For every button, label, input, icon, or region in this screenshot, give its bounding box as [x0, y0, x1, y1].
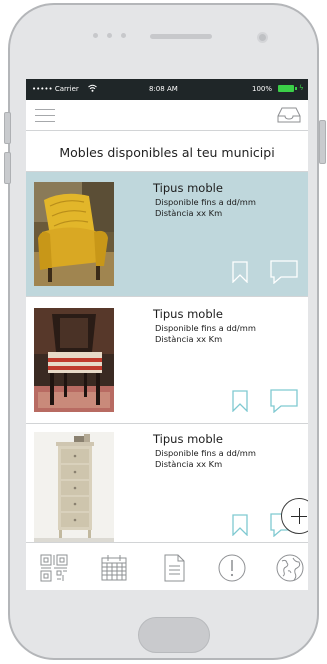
- listing-distance: Distància xx Km: [155, 208, 223, 218]
- home-button[interactable]: [138, 617, 210, 653]
- calendar-icon[interactable]: [99, 553, 129, 583]
- listing-availability: Disponible fins a dd/mm: [155, 448, 256, 458]
- page-title: Mobles disponibles al teu municipi: [59, 145, 275, 160]
- hamburger-menu-icon[interactable]: [35, 108, 55, 122]
- qr-code-icon[interactable]: [39, 553, 69, 583]
- carrier-label: ••••• Carrier: [32, 85, 79, 93]
- listing-type: Tipus moble: [153, 432, 223, 446]
- listing-meta: Disponible fins a dd/mm Distància xx Km: [155, 323, 256, 345]
- power-button: [319, 120, 326, 164]
- listing-distance: Distància xx Km: [155, 334, 223, 344]
- listing-card[interactable]: Tipus moble Disponible fins a dd/mm Dist…: [26, 424, 308, 544]
- comment-icon[interactable]: [269, 389, 299, 413]
- comment-icon[interactable]: [269, 260, 299, 284]
- globe-icon[interactable]: [275, 553, 305, 583]
- battery-icon: [278, 85, 297, 92]
- listing-image-chest-of-drawers: [34, 432, 114, 544]
- listing-distance: Distància xx Km: [155, 459, 223, 469]
- listing-meta: Disponible fins a dd/mm Distància xx Km: [155, 197, 256, 219]
- alert-icon[interactable]: [217, 553, 247, 583]
- earpiece-speaker: [150, 34, 212, 39]
- document-icon[interactable]: [159, 553, 189, 583]
- listing-availability: Disponible fins a dd/mm: [155, 197, 256, 207]
- bottom-tab-bar: [26, 542, 308, 590]
- battery-percent: 100%: [252, 85, 273, 93]
- wifi-icon: [88, 84, 97, 92]
- volume-down-button: [4, 152, 11, 184]
- listing-type: Tipus moble: [153, 181, 223, 195]
- listing-image-yellow-armchair: [34, 182, 114, 286]
- nav-bar: [26, 100, 308, 131]
- charging-icon: ϟ: [299, 84, 304, 92]
- status-bar: ••••• Carrier 8:08 AM 100% ϟ: [26, 79, 308, 100]
- listing-meta: Disponible fins a dd/mm Distància xx Km: [155, 448, 256, 470]
- listing-availability: Disponible fins a dd/mm: [155, 323, 256, 333]
- bookmark-icon[interactable]: [231, 390, 249, 412]
- inbox-tray-icon[interactable]: [277, 107, 301, 123]
- listing-type: Tipus moble: [153, 307, 223, 321]
- listing-card[interactable]: Tipus moble Disponible fins a dd/mm Dist…: [26, 297, 308, 424]
- bookmark-icon[interactable]: [231, 514, 249, 536]
- listing-card[interactable]: Tipus moble Disponible fins a dd/mm Dist…: [26, 172, 308, 297]
- sensor-dots: [93, 33, 126, 38]
- app-screen: ••••• Carrier 8:08 AM 100% ϟ Mobles disp…: [26, 79, 308, 590]
- front-camera: [257, 32, 268, 43]
- volume-up-button: [4, 112, 11, 144]
- bookmark-icon[interactable]: [231, 261, 249, 283]
- clock: 8:08 AM: [149, 85, 178, 93]
- section-header: Mobles disponibles al teu municipi: [26, 131, 308, 172]
- listing-image-striped-chair: [34, 308, 114, 412]
